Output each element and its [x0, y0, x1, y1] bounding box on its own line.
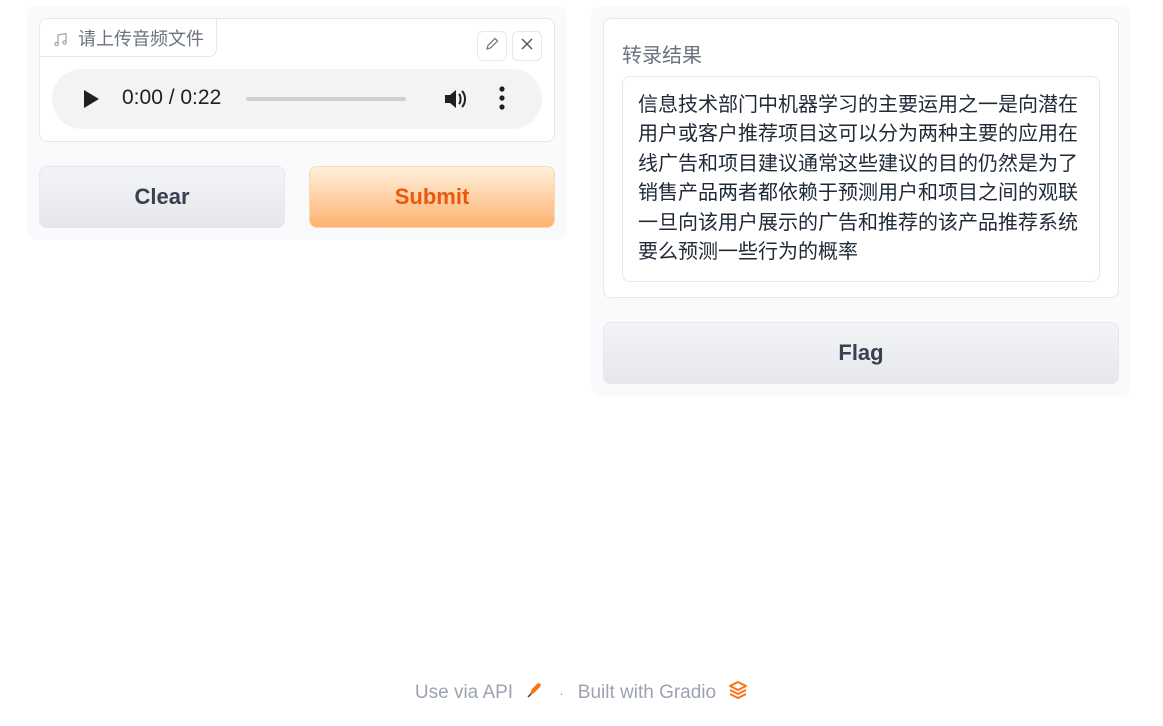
rocket-icon: [525, 680, 545, 706]
playback-time: 0:00 / 0:22: [122, 86, 222, 109]
audio-player: 0:00 / 0:22: [52, 69, 542, 129]
audio-input[interactable]: 请上传音频文件 0:00 / 0:22: [39, 18, 555, 142]
input-panel: 请上传音频文件 0:00 / 0:22 Clear Submit: [27, 6, 567, 240]
submit-button[interactable]: Submit: [309, 166, 555, 228]
play-button[interactable]: [82, 89, 100, 114]
built-with-gradio-link[interactable]: Built with Gradio: [578, 682, 716, 704]
close-icon: [520, 37, 534, 56]
result-textbox[interactable]: 信息技术部门中机器学习的主要运用之一是向潜在用户或客户推荐项目这可以分为两种主要…: [622, 76, 1100, 282]
more-options-icon[interactable]: [498, 85, 506, 116]
pencil-icon: [484, 36, 500, 57]
clear-button[interactable]: Clear: [39, 166, 285, 228]
output-panel: 转录结果 信息技术部门中机器学习的主要运用之一是向潜在用户或客户推荐项目这可以分…: [591, 6, 1131, 396]
audio-label: 请上传音频文件: [40, 19, 217, 57]
edit-audio-button[interactable]: [477, 31, 507, 61]
volume-icon[interactable]: [442, 86, 468, 117]
seek-bar[interactable]: [246, 97, 406, 101]
result-label: 转录结果: [622, 45, 702, 67]
footer-separator: ·: [559, 685, 564, 701]
music-note-icon: [54, 31, 68, 46]
clear-audio-button[interactable]: [512, 31, 542, 61]
use-via-api-link[interactable]: Use via API: [415, 682, 513, 704]
footer: Use via API · Built with Gradio: [0, 680, 1163, 706]
gradio-logo-icon: [728, 680, 748, 706]
flag-button[interactable]: Flag: [603, 322, 1119, 384]
result-block: 转录结果 信息技术部门中机器学习的主要运用之一是向潜在用户或客户推荐项目这可以分…: [603, 18, 1119, 298]
audio-label-text: 请上传音频文件: [78, 28, 204, 49]
